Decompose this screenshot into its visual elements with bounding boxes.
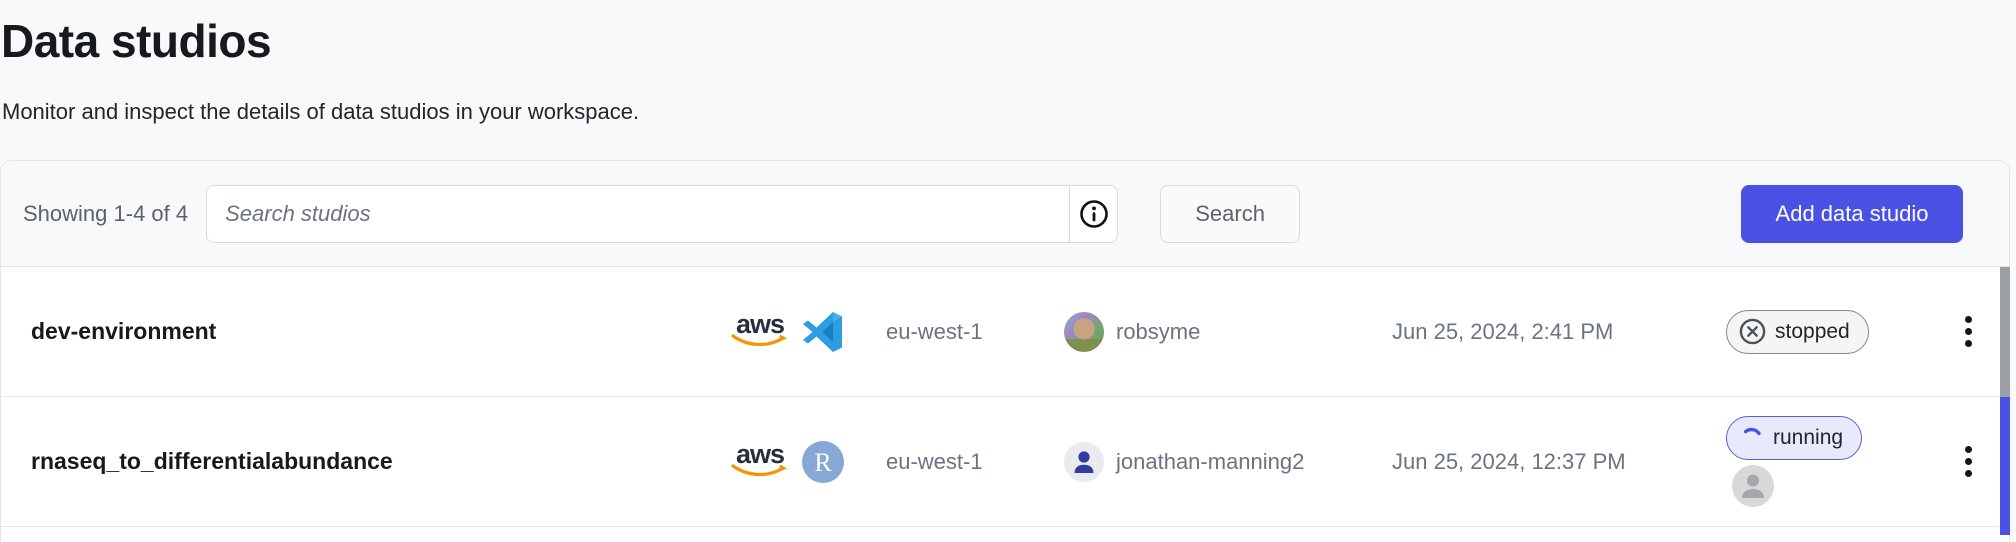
region-label: eu-west-1 bbox=[886, 319, 1064, 345]
region-label: eu-west-1 bbox=[886, 449, 1064, 475]
status-label: stopped bbox=[1775, 320, 1850, 344]
created-date: Jun 25, 2024, 2:41 PM bbox=[1392, 319, 1726, 345]
studios-card: Showing 1-4 of 4 Search Add data studio … bbox=[0, 160, 2010, 542]
created-date: Jun 25, 2024, 12:37 PM bbox=[1392, 449, 1726, 475]
aws-smile-icon bbox=[731, 334, 789, 349]
search-button[interactable]: Search bbox=[1160, 185, 1300, 243]
user-cell: robsyme bbox=[1064, 312, 1392, 352]
kebab-menu-icon[interactable] bbox=[1955, 306, 1982, 357]
avatar bbox=[1064, 312, 1104, 352]
scroll-indicator[interactable] bbox=[2000, 397, 2010, 535]
anonymous-avatar-icon bbox=[1732, 465, 1774, 507]
status-cell: stopped bbox=[1726, 310, 1928, 354]
spinner-icon bbox=[1739, 426, 1764, 451]
studio-name[interactable]: dev-environment bbox=[1, 318, 721, 345]
studios-toolbar: Showing 1-4 of 4 Search Add data studio bbox=[1, 161, 2009, 267]
page-subtitle: Monitor and inspect the details of data … bbox=[2, 99, 639, 125]
search-info-button[interactable] bbox=[1069, 186, 1117, 242]
info-circle-icon bbox=[1079, 199, 1109, 229]
scrollbar-thumb[interactable] bbox=[2000, 267, 2010, 397]
studio-name[interactable]: rnaseq_to_differentialabundance bbox=[1, 448, 721, 475]
aws-logo: aws bbox=[731, 314, 789, 349]
studio-icons-cell: aws bbox=[721, 310, 886, 354]
page-title: Data studios bbox=[1, 14, 271, 68]
table-row[interactable]: dev-environment aws eu-west-1 robsyme Ju… bbox=[1, 267, 2009, 397]
results-count: Showing 1-4 of 4 bbox=[23, 201, 188, 227]
circle-x-icon bbox=[1739, 318, 1766, 345]
username-label: jonathan-manning2 bbox=[1116, 449, 1304, 475]
search-group bbox=[206, 185, 1118, 243]
add-data-studio-button[interactable]: Add data studio bbox=[1741, 185, 1963, 243]
username-label: robsyme bbox=[1116, 319, 1200, 345]
user-cell: jonathan-manning2 bbox=[1064, 442, 1392, 482]
svg-text:R: R bbox=[814, 448, 832, 477]
aws-logo: aws bbox=[731, 444, 789, 479]
status-cell: running bbox=[1726, 416, 1928, 507]
kebab-menu-icon[interactable] bbox=[1955, 436, 1982, 487]
status-badge: running bbox=[1726, 416, 1862, 460]
aws-smile-icon bbox=[731, 464, 789, 479]
vscode-icon bbox=[801, 310, 845, 354]
table-row[interactable]: rnaseq_to_differentialabundance aws R eu… bbox=[1, 397, 2009, 527]
search-input[interactable] bbox=[207, 186, 1069, 242]
actions-cell bbox=[1928, 436, 2009, 487]
r-logo: R bbox=[801, 440, 845, 484]
status-label: running bbox=[1773, 426, 1843, 450]
status-badge: stopped bbox=[1726, 310, 1869, 354]
actions-cell bbox=[1928, 306, 2009, 357]
studio-icons-cell: aws R bbox=[721, 440, 886, 484]
person-avatar-icon bbox=[1064, 442, 1104, 482]
